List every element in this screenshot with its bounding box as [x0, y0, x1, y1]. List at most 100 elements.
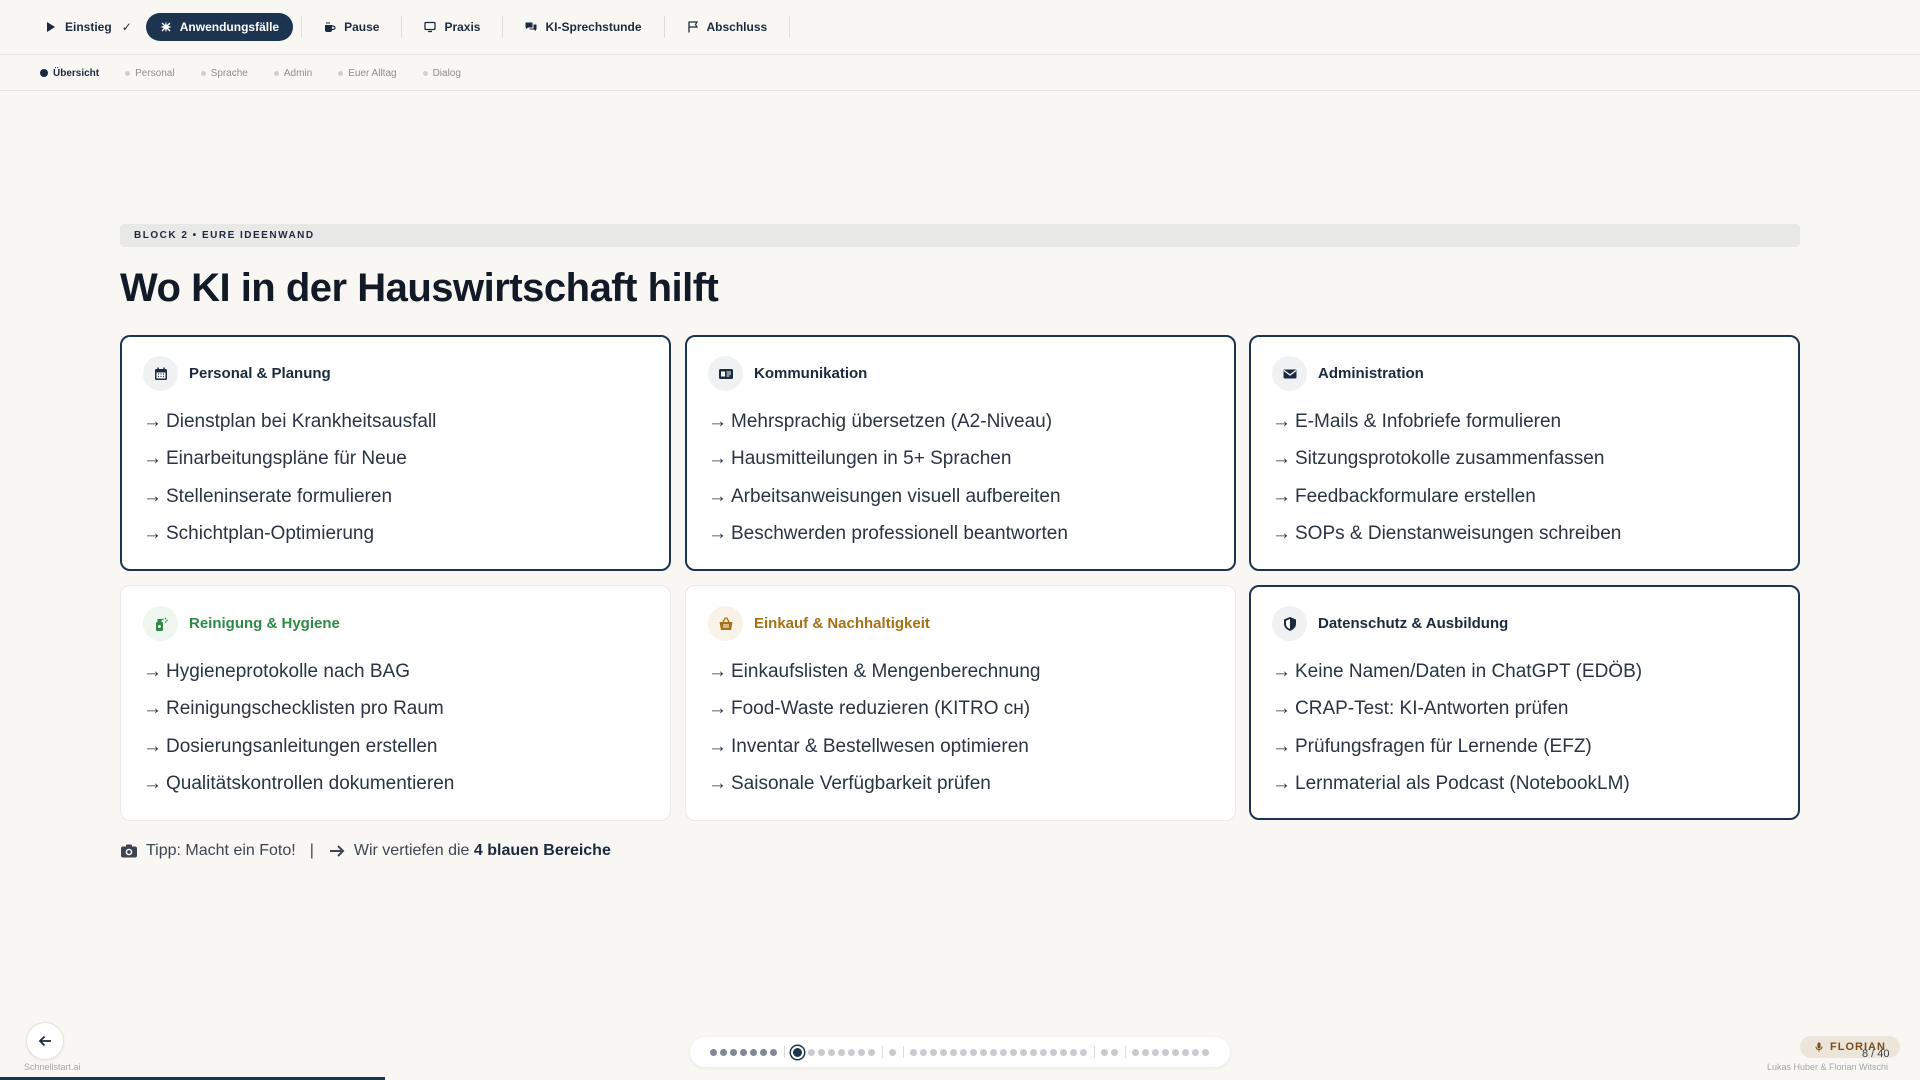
- pager-dot[interactable]: [930, 1048, 937, 1056]
- list-item: → Schichtplan-Optimierung: [143, 515, 648, 552]
- subnav-item-uebersicht[interactable]: Übersicht: [40, 68, 99, 79]
- pager-dot[interactable]: [740, 1048, 747, 1056]
- pager-dot[interactable]: [1192, 1048, 1199, 1056]
- pager-dot[interactable]: [858, 1048, 865, 1056]
- pager-dot[interactable]: [970, 1048, 977, 1056]
- pager-dot[interactable]: [910, 1048, 917, 1056]
- list-item: → Prüfungsfragen für Lernende (EFZ): [1272, 728, 1777, 765]
- coffee-icon: [325, 22, 336, 32]
- check-icon: ✓: [121, 20, 132, 34]
- subnav-item-dialog[interactable]: Dialog: [422, 67, 461, 79]
- subnav-item-label: Dialog: [432, 67, 461, 79]
- pager-dot[interactable]: [848, 1048, 855, 1056]
- pager-dot[interactable]: [950, 1048, 957, 1056]
- pager-dot[interactable]: [920, 1048, 927, 1056]
- card-list: → E-Mails & Infobriefe formulieren → Sitzu…: [1272, 403, 1777, 552]
- pager-dot[interactable]: [1101, 1048, 1108, 1056]
- envelope-icon: [1272, 356, 1307, 391]
- arrow-left-icon: [38, 1035, 51, 1047]
- pager-dot[interactable]: [808, 1048, 815, 1056]
- subnav-item-euer-alltag[interactable]: Euer Alltag: [338, 68, 397, 79]
- basket-icon: [708, 606, 743, 641]
- pager-dot[interactable]: [770, 1048, 777, 1056]
- pager-dot[interactable]: [1172, 1048, 1179, 1056]
- nav-abschluss-label: Abschluss: [706, 20, 768, 34]
- list-item-text: Dosierungsanleitungen erstellen: [166, 735, 438, 757]
- arrow-right-icon: →: [1272, 522, 1291, 544]
- list-item: → Qualitätskontrollen dokumentieren: [143, 765, 648, 802]
- nav-divider: [401, 16, 403, 38]
- card-header: Personal & Planung: [143, 356, 648, 391]
- pager-dot[interactable]: [818, 1048, 825, 1056]
- list-item-text: Hygieneprotokolle nach BAG: [166, 661, 410, 682]
- arrow-right-icon: →: [708, 448, 727, 470]
- pager-dot[interactable]: [750, 1048, 757, 1056]
- pager-dot[interactable]: [1132, 1048, 1139, 1056]
- nav-anwendungsfaelle[interactable]: Anwendungsfälle: [145, 13, 294, 41]
- list-item: → Sitzungsprotokolle zusammenfassen: [1272, 440, 1777, 477]
- pager-dot[interactable]: [1080, 1048, 1087, 1056]
- subnav-item-personal[interactable]: Personal: [125, 68, 175, 79]
- slide-counter: 8 / 40: [1862, 1048, 1890, 1060]
- pager-dot[interactable]: [960, 1048, 967, 1056]
- list-item-text: Arbeitsanweisungen visuell aufbereiten: [731, 485, 1061, 507]
- list-item: → Arbeitsanweisungen visuell aufbereiten: [708, 478, 1213, 515]
- pager-dot[interactable]: [940, 1048, 947, 1056]
- block-label: BLOCK 2 • EURE IDEENWAND: [120, 224, 1800, 247]
- pager-dot[interactable]: [710, 1048, 717, 1056]
- pager-dot[interactable]: [1070, 1048, 1077, 1056]
- list-item: → Einarbeitungspläne für Neue: [143, 440, 648, 477]
- pager-dot[interactable]: [1060, 1048, 1067, 1056]
- pager-dot[interactable]: [838, 1048, 845, 1056]
- list-item-text: Prüfungsfragen für Lernende (EFZ): [1295, 735, 1592, 757]
- subnav-item-label: Übersicht: [53, 67, 100, 79]
- card-list: → Keine Namen/Daten in ChatGPT (EDÖB) → CR…: [1272, 653, 1777, 802]
- pager-dot-current[interactable]: [791, 1045, 804, 1059]
- nav-praxis[interactable]: Praxis: [410, 13, 494, 41]
- camera-icon: [121, 844, 137, 858]
- pager-dot[interactable]: [1162, 1048, 1169, 1056]
- calendar-icon: [143, 356, 178, 391]
- pager-dot[interactable]: [868, 1048, 875, 1056]
- nav-ki-sprechstunde[interactable]: KI-Sprechstunde: [511, 13, 655, 41]
- subnav-item-sprache[interactable]: Sprache: [200, 68, 248, 79]
- card-list: → Einkaufslisten & Mengenberechnung → Food…: [708, 653, 1213, 802]
- list-item-text: Reinigungschecklisten pro Raum: [166, 698, 444, 720]
- pager-dot[interactable]: [1010, 1048, 1017, 1056]
- nav-einstieg[interactable]: Einstieg ✓: [31, 13, 146, 41]
- pager-dot[interactable]: [980, 1048, 987, 1056]
- pager-dot[interactable]: [990, 1048, 997, 1056]
- pager-dot[interactable]: [828, 1048, 835, 1056]
- pager-dot[interactable]: [1202, 1048, 1209, 1056]
- card-title: Einkauf & Nachhaltigkeit: [754, 615, 930, 632]
- nav-pause[interactable]: Pause: [310, 13, 393, 41]
- arrow-right-icon: →: [708, 735, 727, 757]
- list-item: → Hausmitteilungen in 5+ Sprachen: [708, 440, 1213, 477]
- pager-dot[interactable]: [720, 1048, 727, 1056]
- pager-dot[interactable]: [760, 1048, 767, 1056]
- pager-dot[interactable]: [730, 1048, 737, 1056]
- card-einkauf-nachhaltigkeit: Einkauf & Nachhaltigkeit → Einkaufslisten…: [685, 585, 1236, 821]
- monitor-icon: [424, 21, 437, 33]
- card-reinigung-hygiene: Reinigung & Hygiene → Hygieneprotokolle n…: [120, 585, 671, 821]
- pager-dot[interactable]: [1030, 1048, 1037, 1056]
- card-personal-planung: Personal & Planung → Dienstplan bei Krank…: [120, 335, 671, 571]
- pager-dot[interactable]: [1050, 1048, 1057, 1056]
- pager-dot[interactable]: [1040, 1048, 1047, 1056]
- pager-dot[interactable]: [1000, 1048, 1007, 1056]
- pager-dot[interactable]: [1152, 1048, 1159, 1056]
- pager-dot[interactable]: [1111, 1048, 1118, 1056]
- tip-deepen-prefix: Wir vertiefen die: [353, 842, 470, 859]
- nav-abschluss[interactable]: Abschluss: [673, 13, 782, 41]
- pager-dot[interactable]: [1182, 1048, 1189, 1056]
- subnav-item-admin[interactable]: Admin: [273, 68, 312, 79]
- arrow-right-icon: →: [1272, 661, 1291, 682]
- pager-dot[interactable]: [1020, 1048, 1027, 1056]
- list-item-text: Qualitätskontrollen dokumentieren: [166, 772, 455, 794]
- arrow-right-icon: →: [1272, 411, 1291, 432]
- list-item: → Reinigungschecklisten pro Raum: [143, 690, 648, 727]
- pager-dot[interactable]: [889, 1048, 896, 1056]
- list-item-text: Feedbackformulare erstellen: [1295, 485, 1536, 507]
- back-button[interactable]: [26, 1022, 64, 1060]
- pager-dot[interactable]: [1142, 1048, 1149, 1056]
